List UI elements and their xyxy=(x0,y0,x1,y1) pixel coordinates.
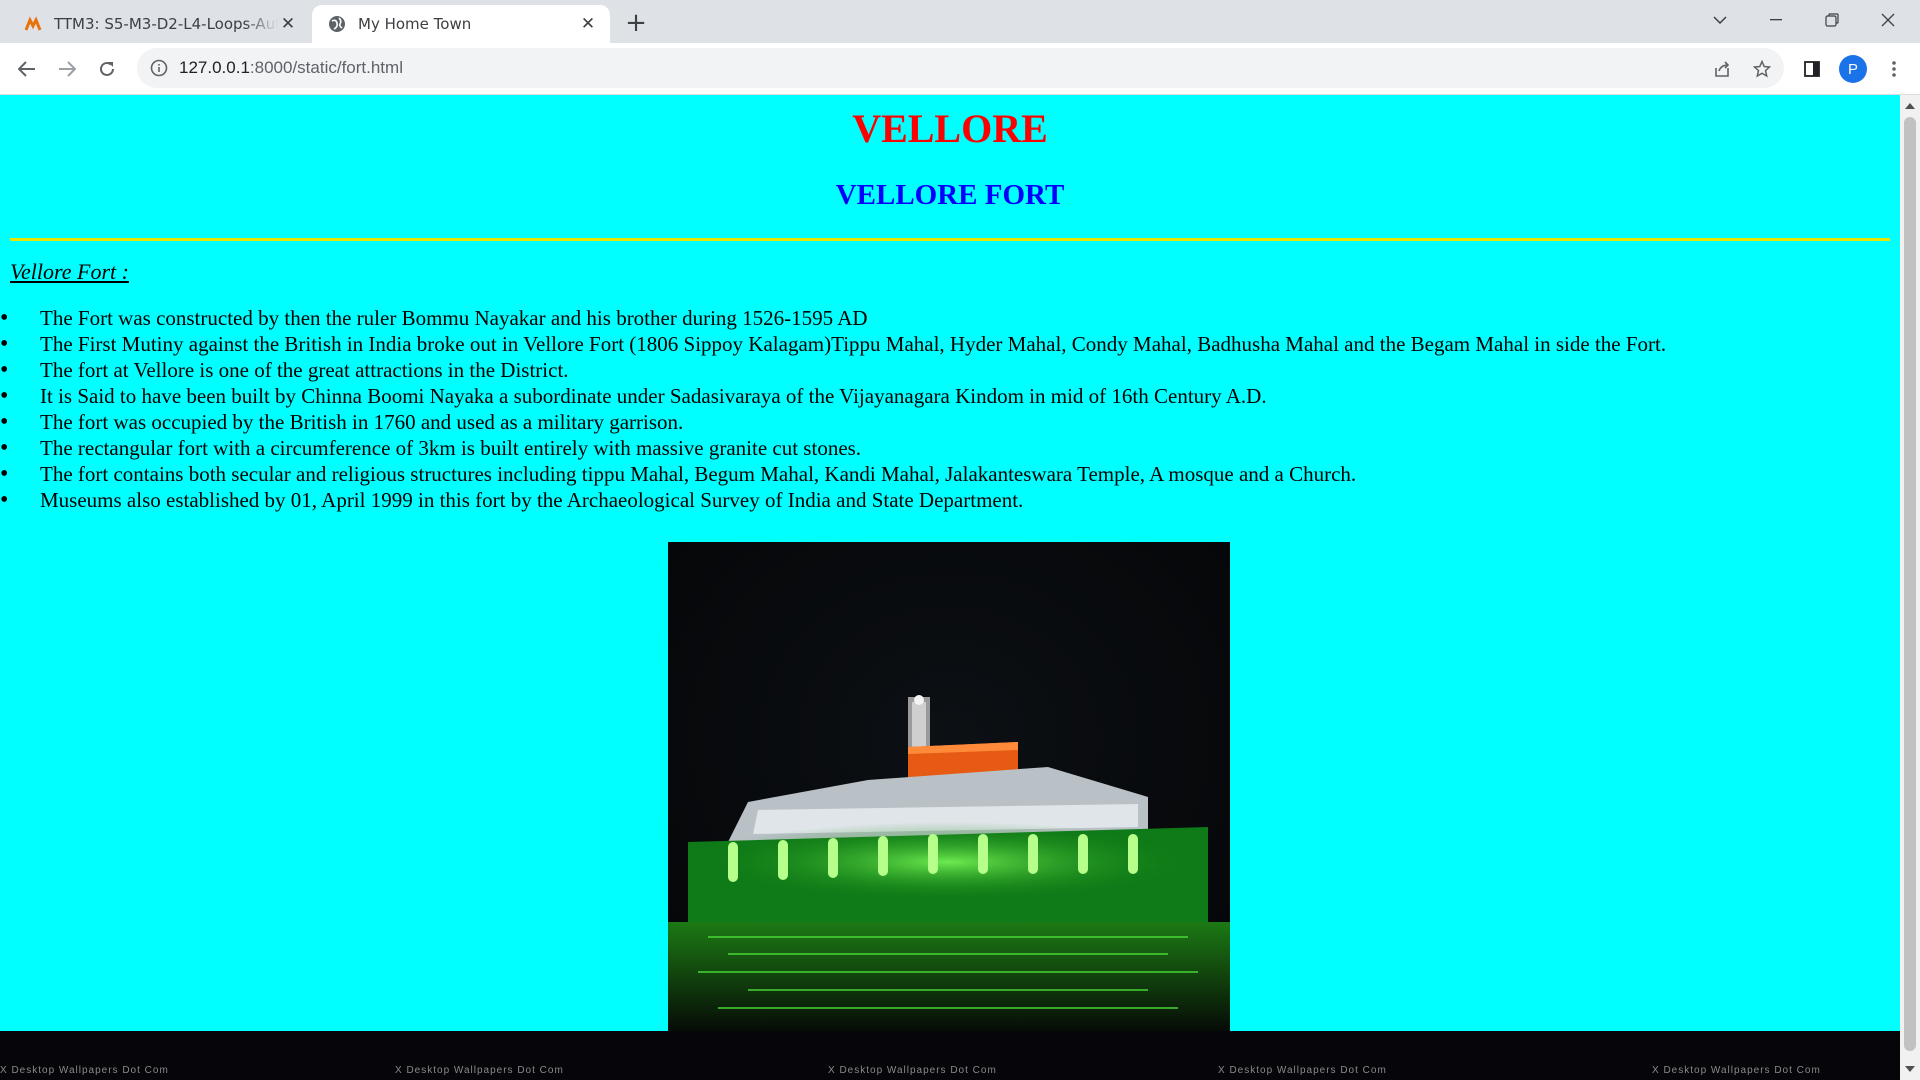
list-item: The First Mutiny against the British in … xyxy=(0,331,1880,357)
tab-ttm3[interactable]: TTM3: S5-M3-D2-L4-Loops-Auto ✕ xyxy=(8,5,310,43)
list-item: The fort was occupied by the British in … xyxy=(0,409,1880,435)
new-tab-button[interactable]: + xyxy=(622,9,650,37)
scroll-down-icon[interactable] xyxy=(1905,1066,1915,1072)
watermark-text: X Desktop Wallpapers Dot Com xyxy=(1652,1065,1821,1076)
image-watermark-strip: X Desktop Wallpapers Dot Com X Desktop W… xyxy=(0,1031,1900,1080)
scrollbar-thumb[interactable] xyxy=(1904,117,1916,1051)
list-item: The fort contains both secular and relig… xyxy=(0,461,1880,487)
scroll-up-icon[interactable] xyxy=(1905,103,1915,109)
forward-icon[interactable] xyxy=(51,53,83,85)
page-subheading: VELLORE FORT xyxy=(835,179,1065,211)
list-item: The fort at Vellore is one of the great … xyxy=(0,357,1880,383)
back-icon[interactable] xyxy=(11,53,43,85)
watermark-text: X Desktop Wallpapers Dot Com xyxy=(0,1065,169,1076)
url-path: :8000/static/fort.html xyxy=(249,58,403,77)
minimize-icon[interactable] xyxy=(1748,0,1804,40)
horizontal-rule xyxy=(10,238,1890,241)
url-host: 127.0.0.1 xyxy=(179,58,250,77)
section-title: Vellore Fort : xyxy=(10,259,129,284)
globe-icon xyxy=(328,15,346,33)
watermark-text: X Desktop Wallpapers Dot Com xyxy=(1218,1065,1387,1076)
menu-icon[interactable] xyxy=(1878,53,1910,85)
tab-my-home-town[interactable]: My Home Town ✕ xyxy=(312,5,610,43)
bookmark-star-icon[interactable] xyxy=(1746,53,1778,85)
close-window-icon[interactable] xyxy=(1860,0,1916,40)
profile-avatar[interactable]: P xyxy=(1839,55,1867,83)
close-tab-icon[interactable]: ✕ xyxy=(578,14,598,34)
list-item: The Fort was constructed by then the rul… xyxy=(0,305,1880,331)
close-tab-icon[interactable]: ✕ xyxy=(278,14,298,34)
tab-title: My Home Town xyxy=(358,15,472,33)
share-icon[interactable] xyxy=(1706,53,1738,85)
reload-icon[interactable] xyxy=(91,53,123,85)
tab-strip: TTM3: S5-M3-D2-L4-Loops-Auto ✕ My Home T… xyxy=(0,0,1920,43)
tab-title: TTM3: S5-M3-D2-L4-Loops-Auto xyxy=(54,15,278,33)
vertical-scrollbar[interactable] xyxy=(1900,95,1920,1080)
browser-toolbar: 127.0.0.1:8000/static/fort.html P xyxy=(0,43,1920,95)
page-viewport: VELLORE VELLORE FORT Vellore Fort : The … xyxy=(0,95,1920,1080)
brand-logo-icon xyxy=(24,15,42,33)
restore-icon[interactable] xyxy=(1804,0,1860,40)
list-item: It is Said to have been built by Chinna … xyxy=(0,383,1880,409)
site-info-icon[interactable] xyxy=(149,58,169,78)
facts-list: The Fort was constructed by then the rul… xyxy=(0,305,1880,513)
watermark-text: X Desktop Wallpapers Dot Com xyxy=(828,1065,997,1076)
tab-search-icon[interactable] xyxy=(1692,0,1748,40)
fort-photo xyxy=(668,542,1230,1032)
watermark-text: X Desktop Wallpapers Dot Com xyxy=(395,1065,564,1076)
list-item: Museums also established by 01, April 19… xyxy=(0,487,1880,513)
page-heading: VELLORE xyxy=(852,106,1048,151)
address-bar[interactable]: 127.0.0.1:8000/static/fort.html xyxy=(137,48,1784,88)
url-text: 127.0.0.1:8000/static/fort.html xyxy=(179,58,403,78)
list-item: The rectangular fort with a circumferenc… xyxy=(0,435,1880,461)
side-panel-icon[interactable] xyxy=(1796,53,1828,85)
